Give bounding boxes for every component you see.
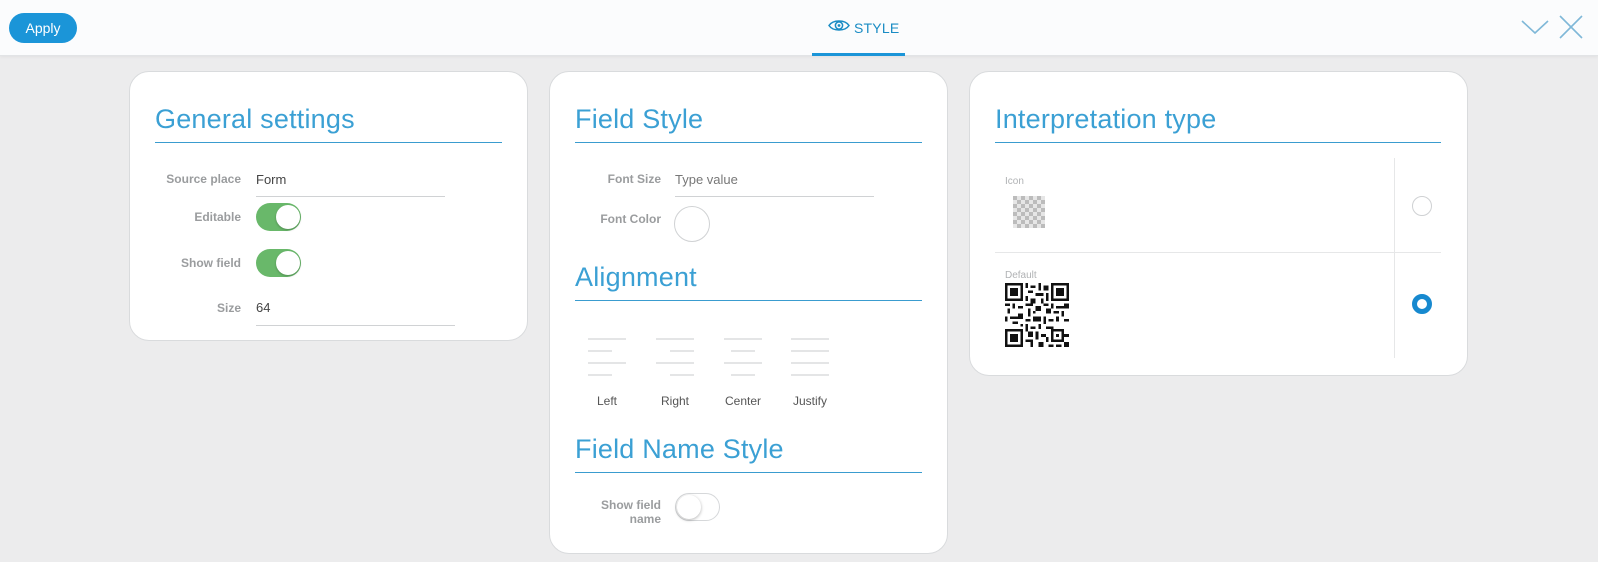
toggle-knob <box>276 205 300 229</box>
field-name-style-title: Field Name Style <box>575 434 784 464</box>
alignment-title: Alignment <box>575 262 697 292</box>
option-default-radio[interactable] <box>1412 294 1432 314</box>
size-underline <box>256 325 455 326</box>
show-field-toggle[interactable] <box>256 249 301 277</box>
option-default-label: Default <box>1005 270 1037 281</box>
apply-button[interactable]: Apply <box>9 13 77 43</box>
show-field-name-label: Show field name <box>570 498 661 526</box>
align-left-option[interactable]: Left <box>585 338 629 408</box>
toolbar: Apply STYLE <box>0 0 1598 56</box>
align-justify-icon <box>791 338 829 376</box>
alignment-divider <box>575 300 922 301</box>
interpretation-type-title: Interpretation type <box>995 104 1217 134</box>
align-center-icon <box>724 338 762 376</box>
source-place-label: Source place <box>166 172 241 186</box>
editable-toggle[interactable] <box>256 203 301 231</box>
align-center-label: Center <box>724 394 762 408</box>
toggle-knob <box>276 251 300 275</box>
title-divider <box>575 142 922 143</box>
checkerboard-icon <box>1013 196 1045 228</box>
font-size-input[interactable]: Type value <box>675 172 738 187</box>
source-place-value[interactable]: Form <box>256 172 286 187</box>
show-field-name-label-line1: Show field <box>601 498 661 512</box>
editable-label: Editable <box>194 210 241 224</box>
field-style-title: Field Style <box>575 104 704 134</box>
align-right-icon <box>656 338 694 376</box>
tab-style-label: STYLE <box>854 20 900 36</box>
align-justify-label: Justify <box>792 394 827 408</box>
field-style-card: Field Style Font Size Type value Font Co… <box>549 71 948 554</box>
align-center-option[interactable]: Center <box>721 338 765 408</box>
field-name-style-divider <box>575 472 922 473</box>
show-field-label: Show field <box>181 256 241 270</box>
font-color-swatch[interactable] <box>674 206 710 242</box>
font-size-underline <box>675 196 874 197</box>
show-field-name-toggle[interactable] <box>675 493 720 521</box>
align-left-label: Left <box>596 394 617 408</box>
title-divider <box>155 142 502 143</box>
source-place-underline <box>256 196 445 197</box>
close-icon[interactable] <box>1558 14 1584 40</box>
column-divider <box>1394 158 1395 358</box>
font-size-label: Font Size <box>607 172 661 186</box>
toggle-knob <box>677 495 701 519</box>
title-divider <box>995 142 1441 143</box>
align-right-label: Right <box>660 394 689 408</box>
general-settings-title: General settings <box>155 104 355 134</box>
tab-active-indicator <box>812 53 905 56</box>
tab-style[interactable]: STYLE <box>812 0 905 56</box>
general-settings-card: General settings Source place Form Edita… <box>129 71 528 341</box>
size-label: Size <box>216 301 241 315</box>
row-divider <box>995 252 1441 253</box>
interpretation-type-card: Interpretation type Icon Default <box>969 71 1468 376</box>
qr-code-icon <box>1005 283 1069 347</box>
align-right-option[interactable]: Right <box>653 338 697 408</box>
align-justify-option[interactable]: Justify <box>788 338 832 408</box>
size-value[interactable]: 64 <box>256 300 270 315</box>
option-icon-radio[interactable] <box>1412 196 1432 216</box>
align-left-icon <box>588 338 626 376</box>
eye-icon <box>828 20 850 31</box>
show-field-name-label-line2: name <box>629 512 661 526</box>
font-color-label: Font Color <box>600 212 661 226</box>
chevron-down-icon[interactable] <box>1521 16 1549 38</box>
option-icon-label: Icon <box>1005 176 1024 187</box>
